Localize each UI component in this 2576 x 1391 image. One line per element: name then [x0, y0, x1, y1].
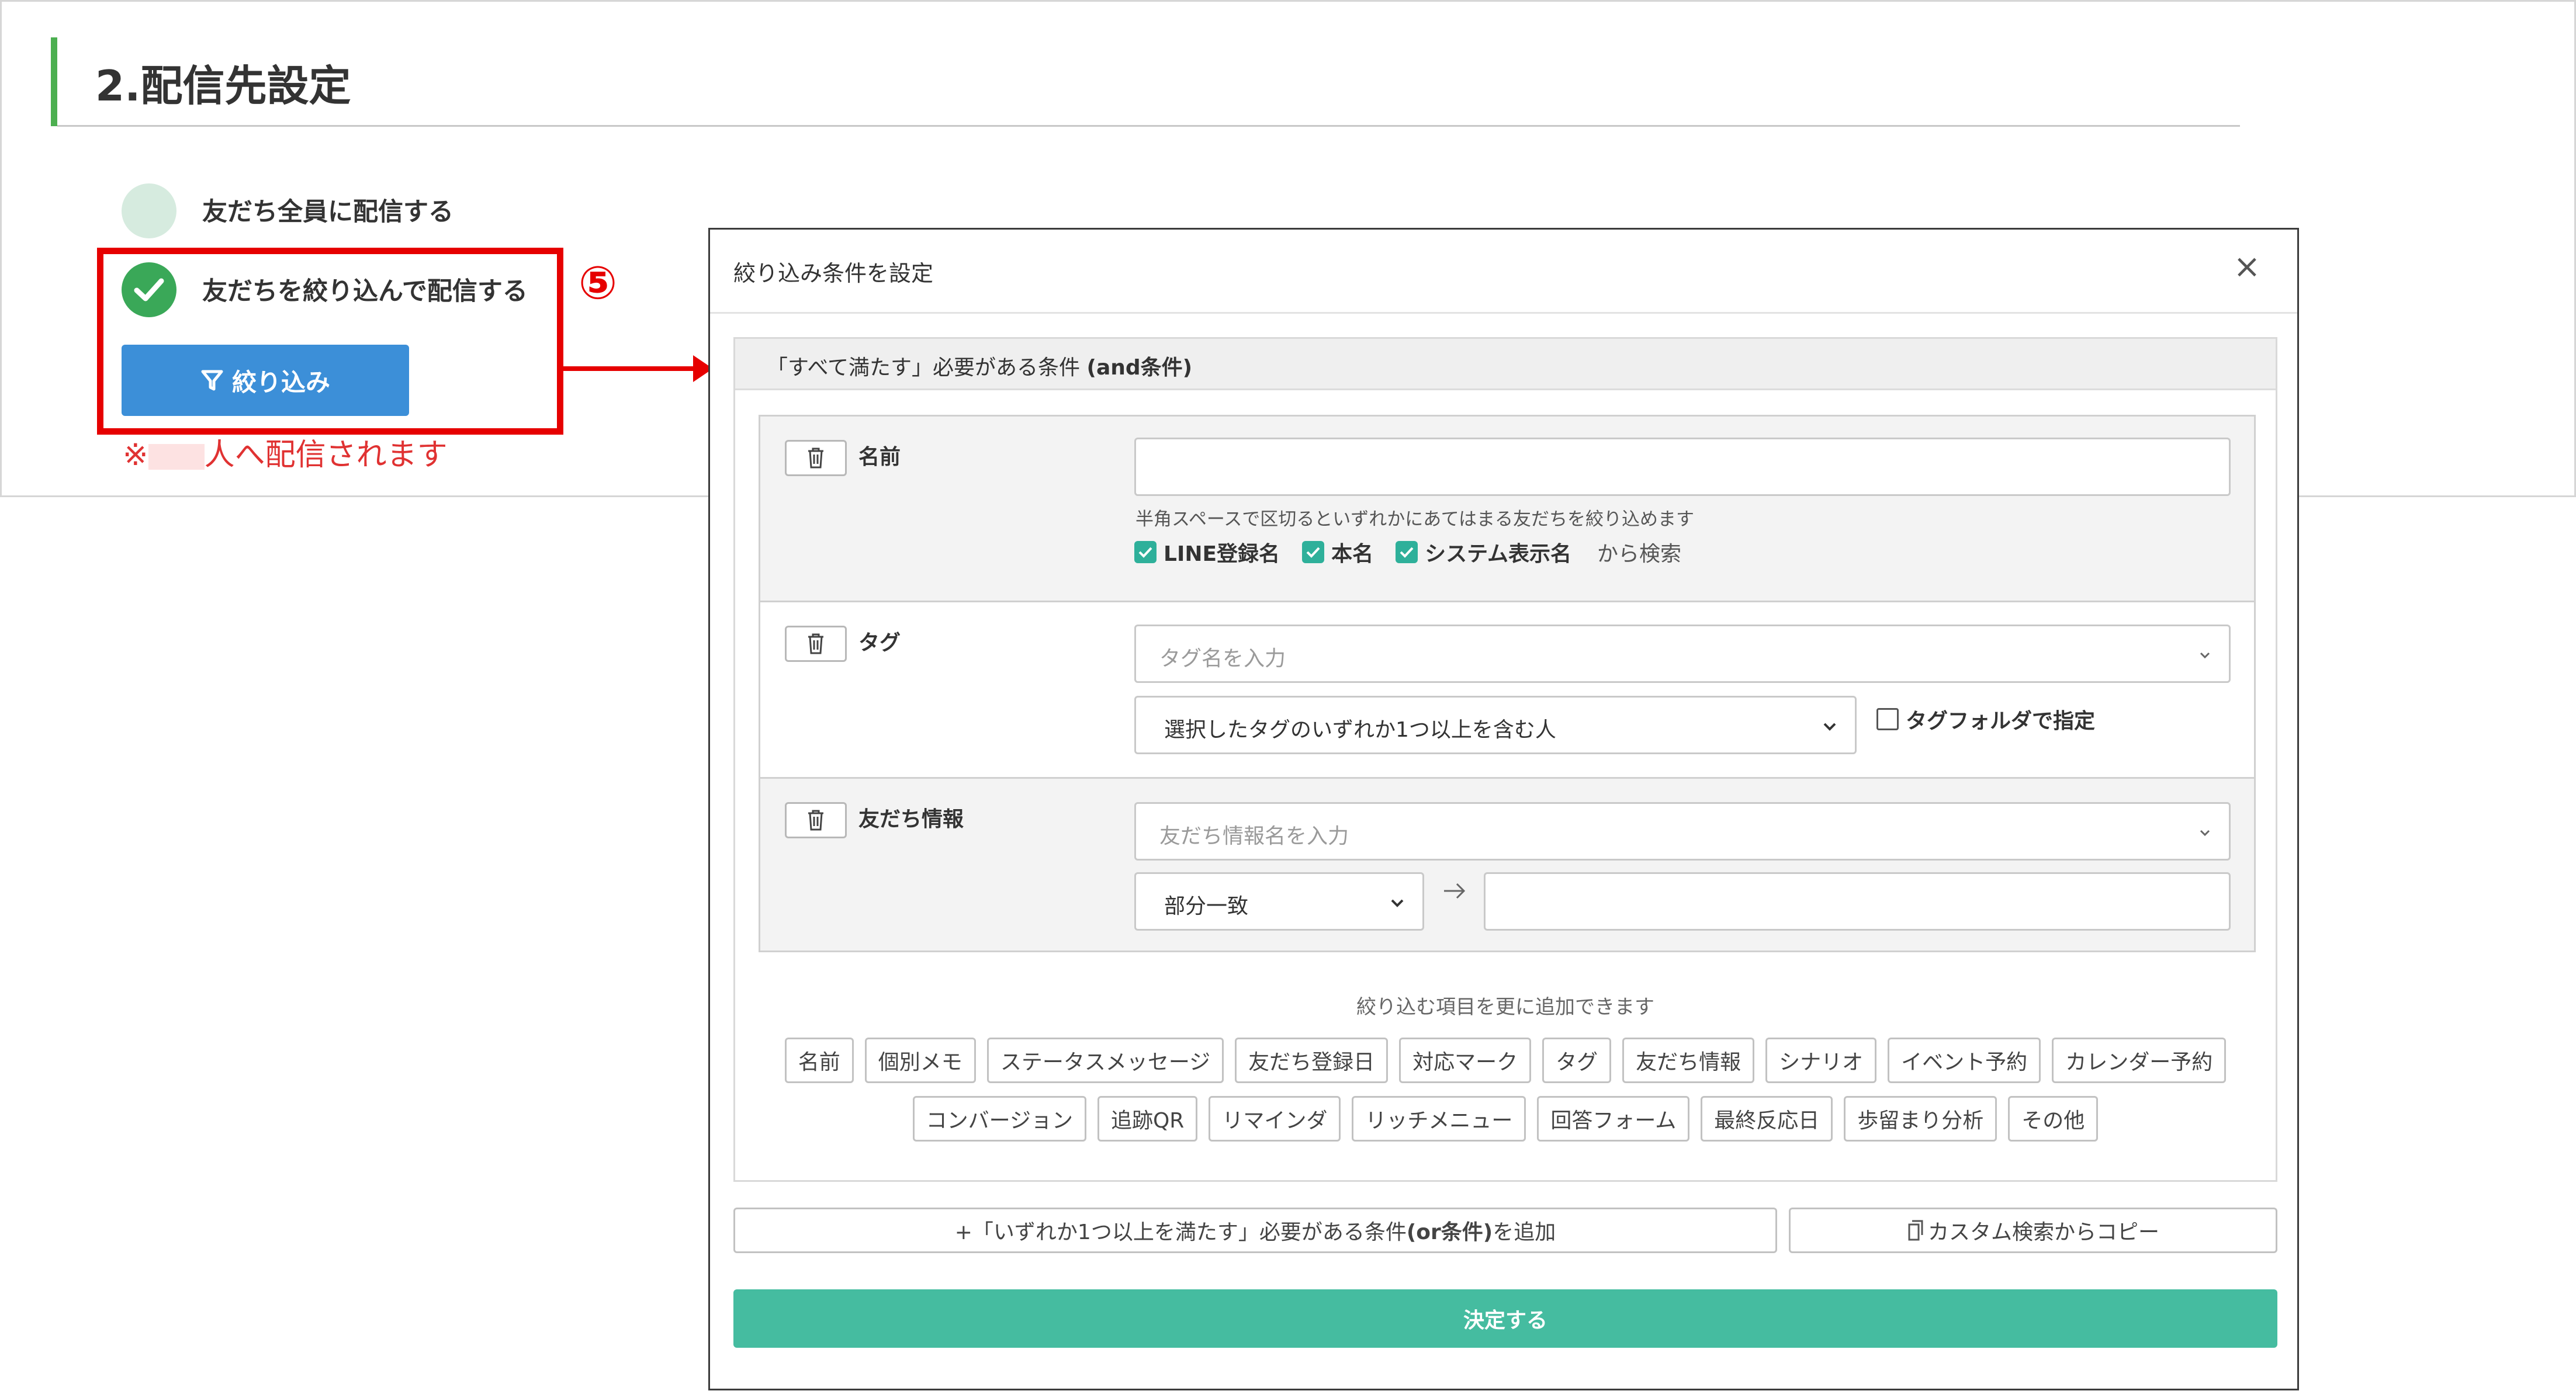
copy-icon: [1907, 1220, 1924, 1241]
confirm-button[interactable]: 決定する: [733, 1289, 2277, 1348]
checkbox-line-name[interactable]: LINE登録名: [1134, 537, 1280, 567]
tag-name-placeholder: タグ名を入力: [1159, 647, 1286, 671]
friend-info-placeholder: 友だち情報名を入力: [1159, 824, 1349, 848]
annotation-arrow-line: [563, 366, 697, 371]
name-search-suffix: から検索: [1597, 542, 1682, 566]
condition-list: 名前 半角スペースで区切るといずれかにあてはまる友だちを絞り込めます LINE登…: [759, 415, 2256, 952]
checkbox-checked[interactable]: [1134, 541, 1157, 563]
condition-label-tag: タグ: [858, 631, 901, 655]
copy-from-custom-search-button[interactable]: カスタム検索からコピー: [1789, 1208, 2277, 1253]
friend-info-match-value: 部分一致: [1164, 894, 1249, 918]
trash-icon: [808, 633, 823, 654]
add-chip-last-reaction[interactable]: 最終反応日: [1701, 1096, 1833, 1142]
name-search-hint: 半角スペースで区切るといずれかにあてはまる友だちを絞り込めます: [1135, 509, 1695, 530]
check-icon: [1138, 547, 1152, 558]
add-chip-memo[interactable]: 個別メモ: [864, 1038, 976, 1083]
add-chip-answer-form[interactable]: 回答フォーム: [1537, 1096, 1690, 1142]
delivery-note-suffix: 人へ配信されます: [204, 438, 448, 473]
add-chip-event-booking[interactable]: イベント予約: [1888, 1038, 2041, 1083]
condition-label-friend-info: 友だち情報: [858, 807, 964, 831]
and-group-header: 「すべて満たす」必要がある条件 (and条件): [735, 339, 2276, 390]
add-chip-registered-date[interactable]: 友だち登録日: [1235, 1038, 1389, 1083]
check-icon: [1306, 547, 1320, 558]
and-condition-group: 「すべて満たす」必要がある条件 (and条件) 名前 半角スペースで区切るといず…: [733, 337, 2277, 1182]
add-chip-conversion[interactable]: コンバージョン: [912, 1096, 1086, 1142]
add-condition-hint: 絞り込む項目を更に追加できます: [1356, 995, 1654, 1019]
arrow-right-icon: [1444, 883, 1466, 899]
section-divider: [57, 125, 2240, 127]
and-group-label-main: 「すべて満たす」必要がある条件: [767, 356, 1081, 380]
add-chip-friend-info[interactable]: 友だち情報: [1622, 1038, 1755, 1083]
checkbox-system-name[interactable]: システム表示名: [1396, 537, 1571, 567]
checkbox-real-name-label: 本名: [1331, 542, 1374, 566]
condition-label-name: 名前: [858, 445, 901, 469]
trash-icon: [808, 448, 823, 469]
add-chip-status-message[interactable]: ステータスメッセージ: [986, 1038, 1224, 1083]
modal-header: 絞り込み条件を設定 ×: [710, 230, 2297, 314]
name-search-input[interactable]: [1134, 438, 2231, 496]
close-icon[interactable]: ×: [2229, 249, 2265, 285]
name-search-targets: LINE登録名 本名 システム表示名 から検索: [1134, 536, 1681, 568]
copy-button-label: カスタム検索からコピー: [1927, 1220, 2159, 1244]
chevron-down-icon: [2200, 830, 2210, 837]
or-button-prefix: +「いずれか1つ以上を満たす」必要がある条件: [954, 1220, 1407, 1244]
chevron-down-icon: [1823, 723, 1836, 731]
modal-title: 絞り込み条件を設定: [733, 261, 934, 286]
friend-info-value-input[interactable]: [1484, 872, 2231, 931]
checkbox-line-name-label: LINE登録名: [1164, 542, 1280, 566]
or-button-bold: (or条件): [1406, 1220, 1493, 1244]
add-chip-response-mark[interactable]: 対応マーク: [1399, 1038, 1532, 1083]
add-chip-other[interactable]: その他: [2008, 1096, 2099, 1142]
chevron-down-icon: [1391, 899, 1404, 907]
add-chip-name[interactable]: 名前: [784, 1038, 854, 1083]
delete-friend-info-condition-button[interactable]: [785, 802, 847, 838]
checkbox-system-name-label: システム表示名: [1425, 542, 1571, 566]
checkbox-real-name[interactable]: 本名: [1302, 537, 1373, 567]
checkbox-checked[interactable]: [1302, 541, 1325, 563]
annotation-step-number: ⑤: [579, 257, 618, 310]
checkbox-checked[interactable]: [1396, 541, 1418, 563]
checkbox-tag-folder-label: タグフォルダで指定: [1906, 709, 2096, 733]
tag-match-mode-value: 選択したタグのいずれか1つ以上を含む人: [1164, 718, 1556, 742]
add-condition-chip-row: 名前 個別メモ ステータスメッセージ 友だち登録日 対応マーク タグ 友だち情報…: [735, 1038, 2276, 1083]
add-chip-calendar-booking[interactable]: カレンダー予約: [2052, 1038, 2227, 1083]
friend-info-match-select[interactable]: 部分一致: [1134, 872, 1424, 931]
and-group-label: 「すべて満たす」必要がある条件 (and条件): [767, 351, 1192, 381]
annotation-highlight-box: [97, 248, 563, 435]
trash-icon: [808, 810, 823, 831]
check-icon: [1400, 547, 1414, 558]
delivery-note-prefix: ※: [123, 438, 148, 473]
add-chip-funnel-analysis[interactable]: 歩留まり分析: [1844, 1096, 1997, 1142]
friend-info-name-select[interactable]: 友だち情報名を入力: [1134, 802, 2231, 861]
delete-name-condition-button[interactable]: [785, 440, 847, 476]
add-chip-scenario[interactable]: シナリオ: [1765, 1038, 1877, 1083]
tag-match-mode-select[interactable]: 選択したタグのいずれか1つ以上を含む人: [1134, 696, 1857, 754]
redacted-count: [148, 444, 205, 470]
checkbox-unchecked[interactable]: [1876, 708, 1899, 730]
filter-conditions-modal: 絞り込み条件を設定 × 「すべて満たす」必要がある条件 (and条件) 名前 半…: [708, 228, 2299, 1390]
or-button-suffix: を追加: [1493, 1220, 1556, 1244]
condition-row-name: 名前 半角スペースで区切るといずれかにあてはまる友だちを絞り込めます LINE登…: [760, 417, 2254, 602]
checkbox-tag-folder[interactable]: タグフォルダで指定: [1876, 702, 2095, 737]
tag-name-select[interactable]: タグ名を入力: [1134, 625, 2231, 683]
add-chip-tracking-qr[interactable]: 追跡QR: [1097, 1096, 1198, 1142]
chevron-down-icon: [2200, 652, 2210, 659]
add-chip-rich-menu[interactable]: リッチメニュー: [1352, 1096, 1526, 1142]
and-group-label-bold: (and条件): [1086, 356, 1193, 380]
add-condition-chip-row: コンバージョン 追跡QR リマインダ リッチメニュー 回答フォーム 最終反応日 …: [735, 1096, 2276, 1142]
section-title: 2.配信先設定: [95, 61, 351, 110]
add-chip-tag[interactable]: タグ: [1542, 1038, 1612, 1083]
add-chip-reminder[interactable]: リマインダ: [1209, 1096, 1341, 1142]
section-accent-bar: [51, 37, 57, 126]
condition-row-tag: タグ タグ名を入力 選択したタグのいずれか1つ以上を含む人 タグフォルダで指定: [760, 602, 2254, 779]
radio-deliver-all[interactable]: [122, 183, 176, 238]
add-or-condition-button[interactable]: +「いずれか1つ以上を満たす」必要がある条件 (or条件) を追加: [733, 1208, 1777, 1253]
condition-row-friend-info: 友だち情報 友だち情報名を入力 部分一致: [760, 779, 2254, 951]
delete-tag-condition-button[interactable]: [785, 626, 847, 662]
delivery-count-note: ※ 人へ配信されます: [123, 430, 448, 474]
radio-deliver-all-label: 友だち全員に配信する: [202, 197, 453, 227]
